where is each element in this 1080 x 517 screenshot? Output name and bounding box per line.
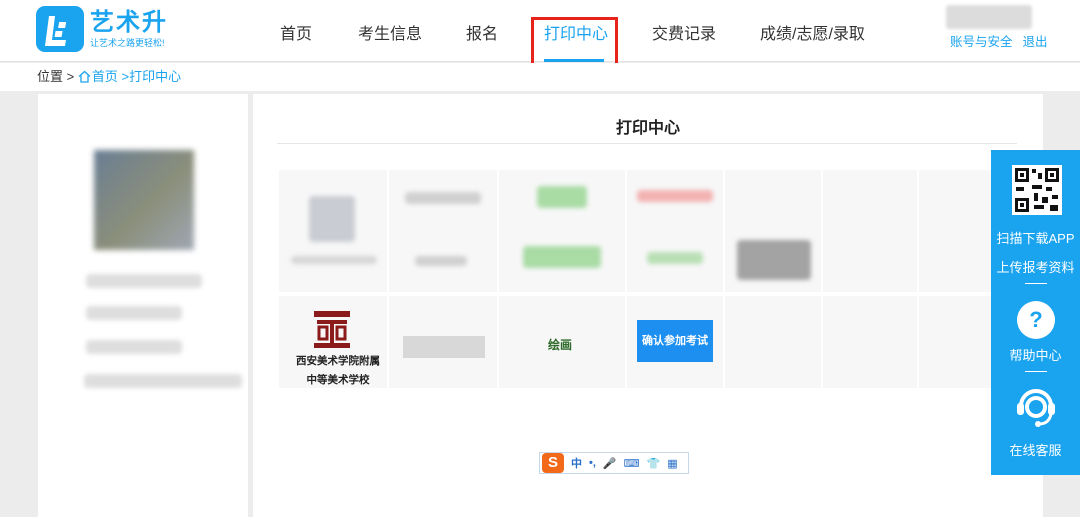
help-icon[interactable]: ? — [1017, 301, 1055, 339]
profile-line-redacted — [86, 340, 182, 354]
redacted-text — [415, 256, 467, 266]
ime-skin-icon[interactable]: 👕 — [647, 457, 661, 470]
ime-toolbar[interactable]: S 中 •, 🎤 ⌨ 👕 ▦ — [539, 452, 689, 474]
divider — [1025, 371, 1047, 372]
redacted-status — [637, 190, 713, 202]
redacted-text — [291, 256, 377, 264]
exam-subject: 绘画 — [548, 338, 573, 352]
nav-payment-records[interactable]: 交费记录 — [652, 0, 716, 43]
floating-sidebar: 扫描下载APP 上传报考资料 ? 帮助中心 在线客服 — [991, 150, 1080, 475]
title-divider — [277, 143, 1017, 144]
profile-line-redacted — [86, 274, 202, 288]
table-cell — [389, 170, 497, 292]
ime-keyboard-icon[interactable]: ⌨ — [624, 457, 640, 470]
profile-line-redacted — [86, 306, 182, 320]
redacted-status — [523, 246, 601, 268]
redacted-status — [537, 186, 587, 208]
upload-materials-link[interactable]: 上传报考资料 — [991, 257, 1080, 276]
nav-results-admission[interactable]: 成绩/志愿/录取 — [760, 0, 865, 43]
account-security-link[interactable]: 账号与安全 — [950, 35, 1013, 49]
scan-download-app-label[interactable]: 扫描下载APP — [991, 228, 1080, 247]
online-service-link[interactable]: 在线客服 — [991, 440, 1080, 459]
avatar — [94, 150, 194, 250]
redacted-status — [647, 252, 703, 264]
brand-name: 艺术升 — [90, 9, 168, 36]
ime-toolbox-icon[interactable]: ▦ — [667, 457, 677, 470]
customer-service-icon[interactable] — [1013, 384, 1059, 430]
sogou-logo-icon[interactable]: S — [542, 453, 564, 473]
qr-code-icon[interactable] — [1012, 165, 1062, 215]
print-center-panel: 打印中心 西安美术学院附属 中等美术学校 绘画 确认参加考试 S 中 •, 🎤 — [253, 94, 1043, 517]
redacted-button — [737, 240, 811, 280]
brand-slogan: 让艺术之路更轻松! — [90, 38, 165, 48]
nav-home[interactable]: 首页 — [280, 0, 312, 43]
ime-microphone-icon[interactable]: 🎤 — [603, 457, 617, 470]
breadcrumb: 位置 > 首页 >打印中心 — [0, 63, 1080, 91]
brand-logo[interactable]: 艺术升 让艺术之路更轻松! — [36, 6, 168, 52]
table-cell — [725, 296, 821, 388]
logout-link[interactable]: 退出 — [1023, 35, 1048, 49]
table-cell — [823, 296, 917, 388]
breadcrumb-prefix: 位置 — [37, 69, 64, 84]
logo-mark-icon — [36, 6, 84, 52]
school-logo-redacted — [309, 196, 355, 242]
nav-candidate-info[interactable]: 考生信息 — [358, 0, 422, 43]
confirm-exam-button[interactable]: 确认参加考试 — [637, 320, 713, 362]
home-icon — [78, 70, 91, 83]
page-title: 打印中心 — [615, 120, 680, 137]
table-cell — [823, 170, 917, 292]
profile-line-redacted — [84, 374, 242, 388]
profile-sidebar — [38, 94, 248, 517]
breadcrumb-separator: > — [66, 69, 75, 84]
breadcrumb-home[interactable]: 首页 — [78, 69, 122, 84]
table-cell — [627, 170, 723, 292]
divider — [1025, 283, 1047, 284]
nav-registration[interactable]: 报名 — [466, 0, 498, 43]
school-seal-icon — [314, 311, 350, 348]
user-name-redacted — [946, 5, 1032, 29]
ime-punctuation-icon[interactable]: •, — [589, 457, 596, 469]
help-center-link[interactable]: 帮助中心 — [991, 345, 1080, 364]
ime-chinese-mode[interactable]: 中 — [571, 455, 582, 471]
breadcrumb-current[interactable]: >打印中心 — [122, 69, 182, 84]
exam-info-redacted — [403, 336, 485, 358]
redacted-text — [405, 192, 481, 204]
school-name: 西安美术学院附属 中等美术学校 — [296, 355, 380, 386]
